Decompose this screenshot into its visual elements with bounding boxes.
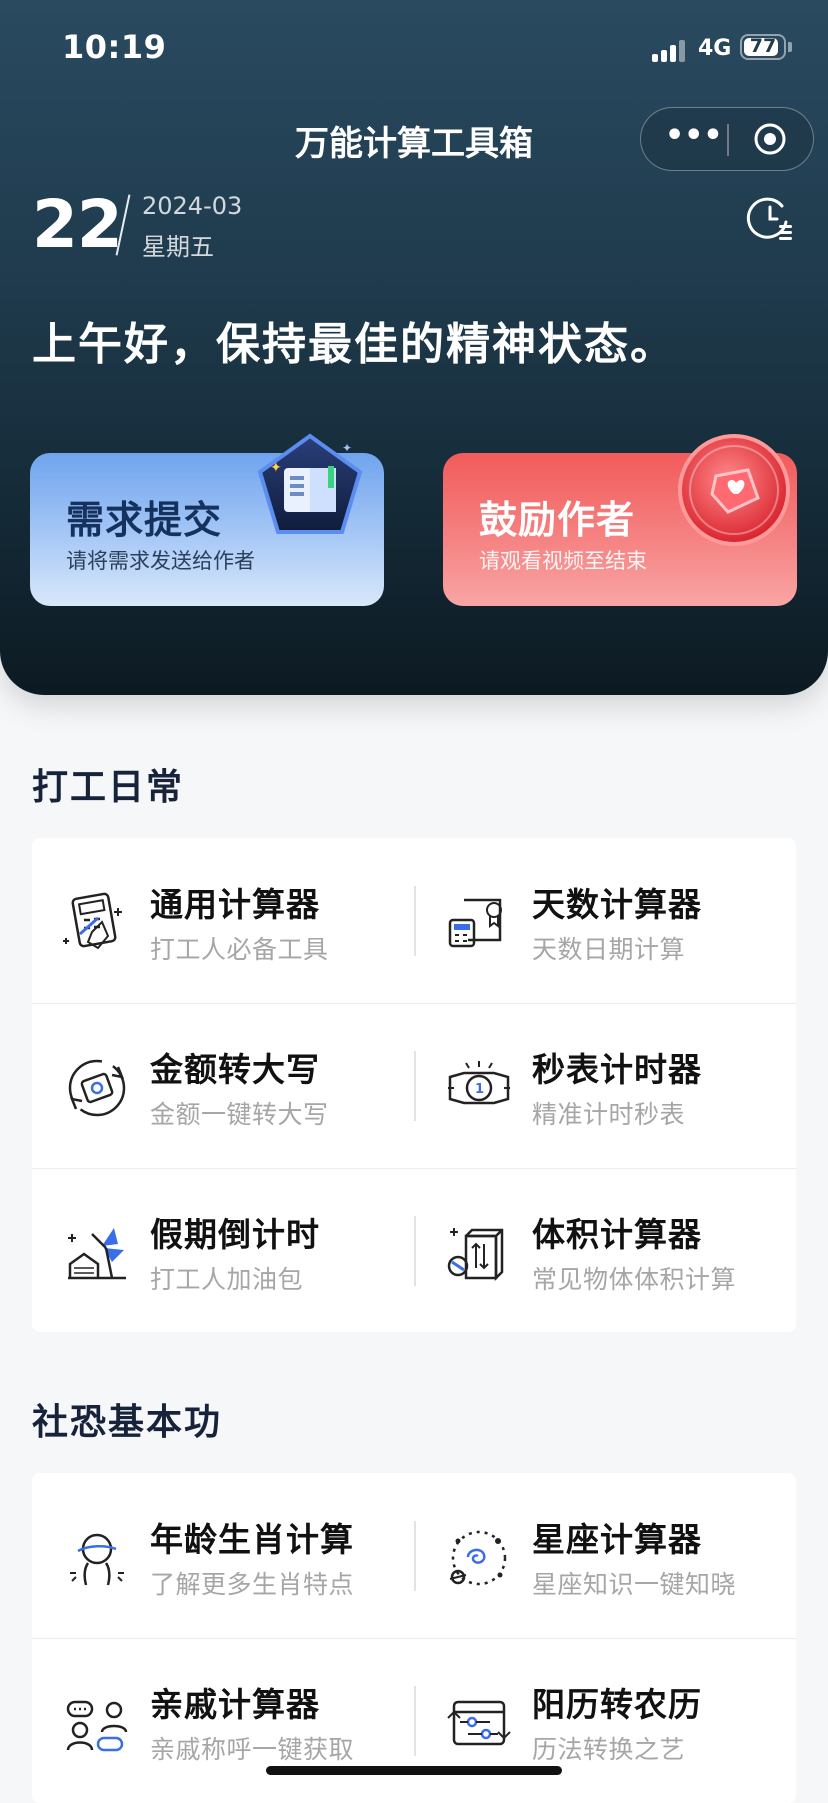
work-tools-card: 通用计算器 打工人必备工具 天数计算器 天数日期计算 金额转大写 金额一键转大写…: [32, 838, 796, 1332]
capsule-divider: [727, 124, 729, 156]
submit-request-title: 需求提交: [66, 498, 223, 542]
battery-tip: [788, 42, 792, 52]
tool-desc: 打工人必备工具: [150, 935, 329, 964]
tool-holiday-countdown[interactable]: 假期倒计时 打工人加油包: [32, 1168, 414, 1332]
support-author-title: 鼓励作者: [479, 498, 636, 542]
date-weekday: 星期五: [142, 233, 214, 261]
tool-constellation[interactable]: 星座计算器 星座知识一键知晓: [414, 1473, 796, 1637]
section-title-work: 打工日常: [32, 767, 185, 808]
date-day: 22: [32, 186, 123, 263]
tool-general-calculator[interactable]: 通用计算器 打工人必备工具: [32, 838, 414, 1002]
tool-desc: 历法转换之艺: [532, 1735, 686, 1764]
tool-name: 天数计算器: [532, 885, 702, 924]
tool-row: 亲戚计算器 亲戚称呼一键获取 阳历转农历 历法转换之艺: [32, 1638, 796, 1802]
stopwatch-icon: 1: [448, 1061, 510, 1105]
tool-name: 阳历转农历: [532, 1685, 702, 1724]
date-year-month: 2024-03: [142, 192, 243, 220]
tool-row: 假期倒计时 打工人加油包 体积计算器 常见物体体积计算: [32, 1168, 796, 1332]
tool-desc: 亲戚称呼一键获取: [150, 1735, 355, 1764]
tool-desc: 天数日期计算: [532, 935, 686, 964]
svg-text:✦: ✦: [270, 460, 282, 476]
more-icon[interactable]: •••: [665, 121, 723, 154]
tool-desc: 了解更多生肖特点: [150, 1570, 355, 1599]
tool-row: 金额转大写 金额一键转大写 1 秒表计时器 精准计时秒表: [32, 1003, 796, 1167]
mini-program-capsule: •••: [640, 107, 814, 171]
support-author-subtitle: 请观看视频至结束: [479, 549, 647, 573]
tool-name: 通用计算器: [150, 885, 320, 924]
battery-icon: 77: [740, 34, 786, 60]
tool-name: 年龄生肖计算: [150, 1520, 354, 1559]
tool-row: 通用计算器 打工人必备工具 天数计算器 天数日期计算: [32, 838, 796, 1002]
tool-stopwatch[interactable]: 1 秒表计时器 精准计时秒表: [414, 1003, 796, 1167]
signal-icon: [652, 40, 688, 62]
holiday-icon: [68, 1228, 126, 1280]
tool-amount-uppercase[interactable]: 金额转大写 金额一键转大写: [32, 1003, 414, 1167]
tool-row: 年龄生肖计算 了解更多生肖特点 星座计算器 星座知识一键知晓: [32, 1473, 796, 1637]
tool-desc: 金额一键转大写: [150, 1100, 329, 1129]
book-badge-icon: ✦ ✦: [257, 433, 363, 534]
status-time: 10:19: [62, 28, 167, 66]
tool-name: 体积计算器: [532, 1215, 702, 1254]
tool-relatives[interactable]: 亲戚计算器 亲戚称呼一键获取: [32, 1638, 414, 1802]
calendar-convert-icon: [447, 1700, 511, 1746]
volume-icon: [447, 1228, 504, 1282]
greeting-text: 上午好，保持最佳的精神状态。: [32, 319, 676, 370]
battery-level: 77: [749, 35, 777, 57]
tool-name: 金额转大写: [150, 1050, 320, 1089]
tool-name: 秒表计时器: [532, 1050, 702, 1089]
tool-volume-calculator[interactable]: 体积计算器 常见物体体积计算: [414, 1168, 796, 1332]
close-target-icon[interactable]: [753, 122, 787, 156]
tool-desc: 星座知识一键知晓: [532, 1570, 737, 1599]
status-bar: 10:19 4G 77: [0, 0, 828, 100]
constellation-icon: [449, 1530, 507, 1586]
section-title-social: 社恐基本功: [32, 1402, 223, 1443]
zodiac-age-icon: [70, 1533, 124, 1586]
tool-age-zodiac[interactable]: 年龄生肖计算 了解更多生肖特点: [32, 1473, 414, 1637]
tool-desc: 精准计时秒表: [532, 1100, 686, 1129]
history-clock-icon[interactable]: [746, 194, 796, 244]
day-counter-icon: [448, 898, 502, 948]
network-type: 4G: [698, 36, 732, 61]
svg-text:✦: ✦: [342, 441, 352, 455]
social-tools-card: 年龄生肖计算 了解更多生肖特点 星座计算器 星座知识一键知晓 亲戚计算器 亲戚称…: [32, 1473, 796, 1803]
submit-request-subtitle: 请将需求发送给作者: [66, 549, 255, 573]
svg-text:1: 1: [475, 1082, 484, 1097]
relatives-icon: [66, 1700, 128, 1752]
tool-desc: 常见物体体积计算: [532, 1265, 737, 1294]
home-indicator: [266, 1766, 562, 1775]
tool-desc: 打工人加油包: [150, 1265, 304, 1294]
tool-calendar-convert[interactable]: 阳历转农历 历法转换之艺: [414, 1638, 796, 1802]
heart-badge-icon: [678, 434, 790, 546]
money-convert-icon: [68, 1059, 126, 1117]
tool-name: 亲戚计算器: [150, 1685, 320, 1724]
tool-name: 星座计算器: [532, 1520, 702, 1559]
tool-name: 假期倒计时: [150, 1215, 320, 1254]
calculator-icon: [63, 892, 122, 950]
tool-day-calculator[interactable]: 天数计算器 天数日期计算: [414, 838, 796, 1002]
